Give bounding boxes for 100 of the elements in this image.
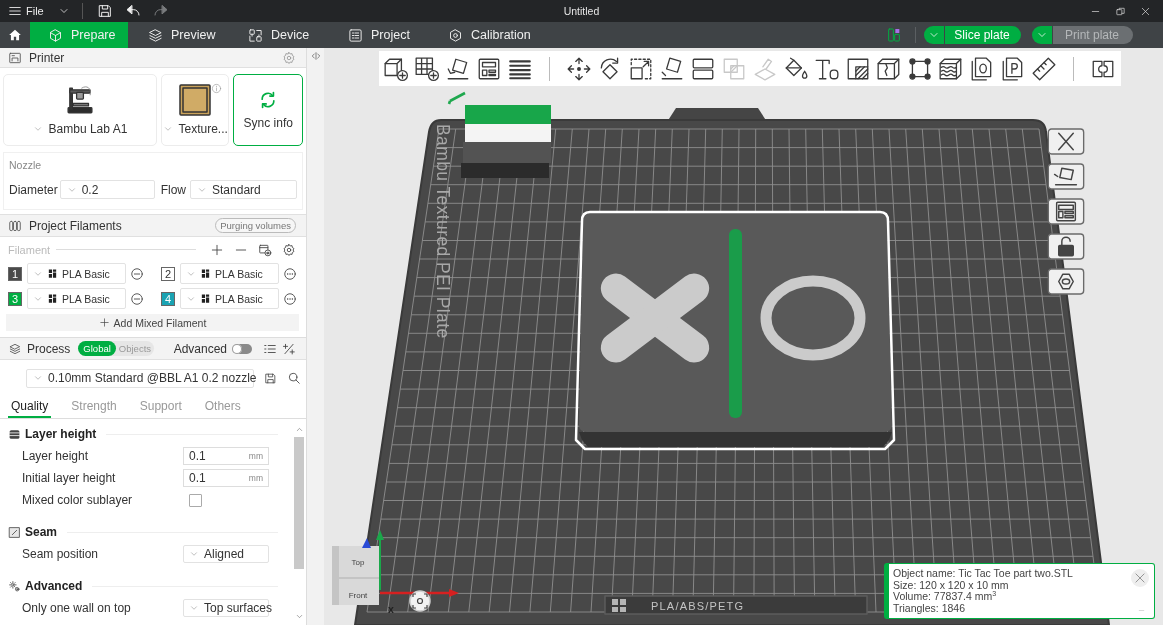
lay-on-face-icon[interactable] xyxy=(659,55,685,82)
minus-circle-icon[interactable] xyxy=(130,266,144,281)
setting-label: Seam position xyxy=(22,547,100,561)
plate-selector[interactable]: Texture... xyxy=(160,74,230,146)
cube-icon xyxy=(48,27,63,43)
group-title: Seam xyxy=(25,525,58,539)
setting-label: Initial layer height xyxy=(22,471,117,485)
filament-dropdown[interactable]: PLA Basic xyxy=(180,263,279,284)
seam-icon xyxy=(8,525,21,539)
info-line: Object name: Tic Tac Toe part two.STL xyxy=(893,568,1073,580)
plus-icon xyxy=(98,317,110,328)
view-cube-label: Top xyxy=(351,558,365,567)
caret-icon xyxy=(32,124,43,134)
axis-label: x xyxy=(388,603,394,615)
save-icon[interactable] xyxy=(264,371,277,385)
cross-icon[interactable] xyxy=(1047,128,1085,155)
advanced-label: Advanced xyxy=(173,341,227,356)
padlock-icon[interactable] xyxy=(1047,233,1085,260)
checkbox[interactable] xyxy=(189,493,202,507)
settings-tab[interactable]: Quality xyxy=(8,396,52,418)
save-icon[interactable] xyxy=(96,3,113,19)
plate-material-label: PLA/ABS/PETG xyxy=(651,599,745,612)
scrollbar-thumb[interactable] xyxy=(294,437,304,569)
add-grid-icon[interactable] xyxy=(414,55,440,82)
gears-icon xyxy=(8,579,21,593)
search-icon[interactable] xyxy=(287,371,301,385)
layout-icon[interactable] xyxy=(886,27,902,43)
section-title: Project Filaments xyxy=(29,218,122,233)
more-icon[interactable] xyxy=(283,266,297,281)
filament-type-icon xyxy=(47,293,58,304)
ruler-icon[interactable] xyxy=(1031,55,1057,82)
file-menu-button[interactable]: File xyxy=(8,4,70,18)
arrange-icon[interactable] xyxy=(1047,198,1085,225)
diameter-dropdown[interactable]: 0.2 xyxy=(59,180,155,199)
view-cube[interactable] xyxy=(332,546,380,605)
filament-dropdown[interactable]: PLA Basic xyxy=(27,288,126,309)
number-input[interactable]: 0.1 mm xyxy=(183,447,269,465)
purging-volumes-button[interactable]: Purging volumes xyxy=(215,218,296,233)
ratio-icon[interactable] xyxy=(282,341,296,356)
close-icon xyxy=(1133,571,1147,585)
section-title: Printer xyxy=(29,50,65,65)
filament-dropdown[interactable]: PLA Basic xyxy=(180,288,279,309)
filament-dropdown[interactable]: PLA Basic xyxy=(27,263,126,284)
info-line: Triangles: 1846 xyxy=(893,602,965,614)
setting-label: Mixed color sublayer xyxy=(22,493,134,507)
window-title: Untitled xyxy=(563,5,600,17)
restore-icon[interactable] xyxy=(1115,5,1126,17)
print-options-button[interactable] xyxy=(1032,26,1052,44)
paint-bucket-icon[interactable] xyxy=(783,55,809,82)
field-label: Diameter xyxy=(9,182,58,197)
fit-view-icon[interactable] xyxy=(409,590,431,612)
layer-stack-icon xyxy=(8,427,21,441)
close-icon[interactable] xyxy=(1140,5,1151,17)
close-button[interactable] xyxy=(1131,569,1149,587)
printer-selector[interactable]: Bambu Lab A1 xyxy=(3,74,157,146)
group-label: Nozzle xyxy=(9,159,42,171)
filament-type-icon xyxy=(200,293,211,304)
view-cube-label: Front xyxy=(348,591,368,600)
slice-options-button[interactable] xyxy=(924,26,944,44)
info-line: Size: 120 x 120 x 10 mm xyxy=(893,579,1009,591)
plate-type-icon xyxy=(612,599,626,612)
info-line: Volume: 77837.4 mm$^{3}$ xyxy=(893,591,997,603)
caret-icon xyxy=(189,603,199,613)
group-title: Layer height xyxy=(25,427,97,441)
main-tab[interactable]: Preview xyxy=(128,22,228,48)
main-tab[interactable]: Calibration xyxy=(428,22,528,48)
filament-spools-icon xyxy=(8,218,22,233)
filament-type-icon xyxy=(47,268,58,279)
caret-icon xyxy=(33,373,43,383)
filament-number: 2 xyxy=(161,266,175,281)
filament-number: 4 xyxy=(161,291,175,306)
menu-icon xyxy=(8,4,22,18)
more-icon[interactable] xyxy=(283,291,297,306)
square-handles-icon[interactable] xyxy=(907,55,933,82)
group-title: Advanced xyxy=(25,579,83,593)
preset-dropdown[interactable]: 0.10mm Standard @BBL A1 0.2 nozzle xyxy=(26,368,254,388)
sync-filament-icon[interactable] xyxy=(258,242,272,257)
filament-type-icon xyxy=(200,268,211,279)
hex-nut-icon[interactable] xyxy=(1047,268,1085,295)
move-icon[interactable] xyxy=(566,55,592,82)
field-label: Flow xyxy=(160,182,186,197)
sync-info-button[interactable]: Sync info xyxy=(233,74,303,146)
setting-dropdown[interactable]: Aligned xyxy=(183,545,269,563)
settings-icon[interactable] xyxy=(282,242,296,257)
auto-orient-icon[interactable] xyxy=(1047,163,1085,190)
number-input[interactable]: 0.1 mm xyxy=(183,469,269,487)
minus-circle-icon[interactable] xyxy=(130,291,144,306)
plate-thumbnail xyxy=(179,84,212,116)
list-icon xyxy=(348,27,363,43)
layers-icon xyxy=(8,341,22,356)
flow-dropdown[interactable]: Standard xyxy=(190,180,297,199)
device-icon xyxy=(248,27,263,43)
add-mixed-filament-button[interactable]: Add Mixed Filament xyxy=(6,314,299,331)
main-tab[interactable]: Project xyxy=(328,22,428,48)
plate-label: Bambu Textured PEI Plate xyxy=(433,124,453,339)
setting-label: Only one wall on top xyxy=(22,601,132,615)
tic-tac-toe-model[interactable] xyxy=(574,210,896,451)
advanced-toggle[interactable] xyxy=(232,343,252,354)
main-tab[interactable]: Device xyxy=(228,22,328,48)
hexagon-icon xyxy=(448,27,463,43)
